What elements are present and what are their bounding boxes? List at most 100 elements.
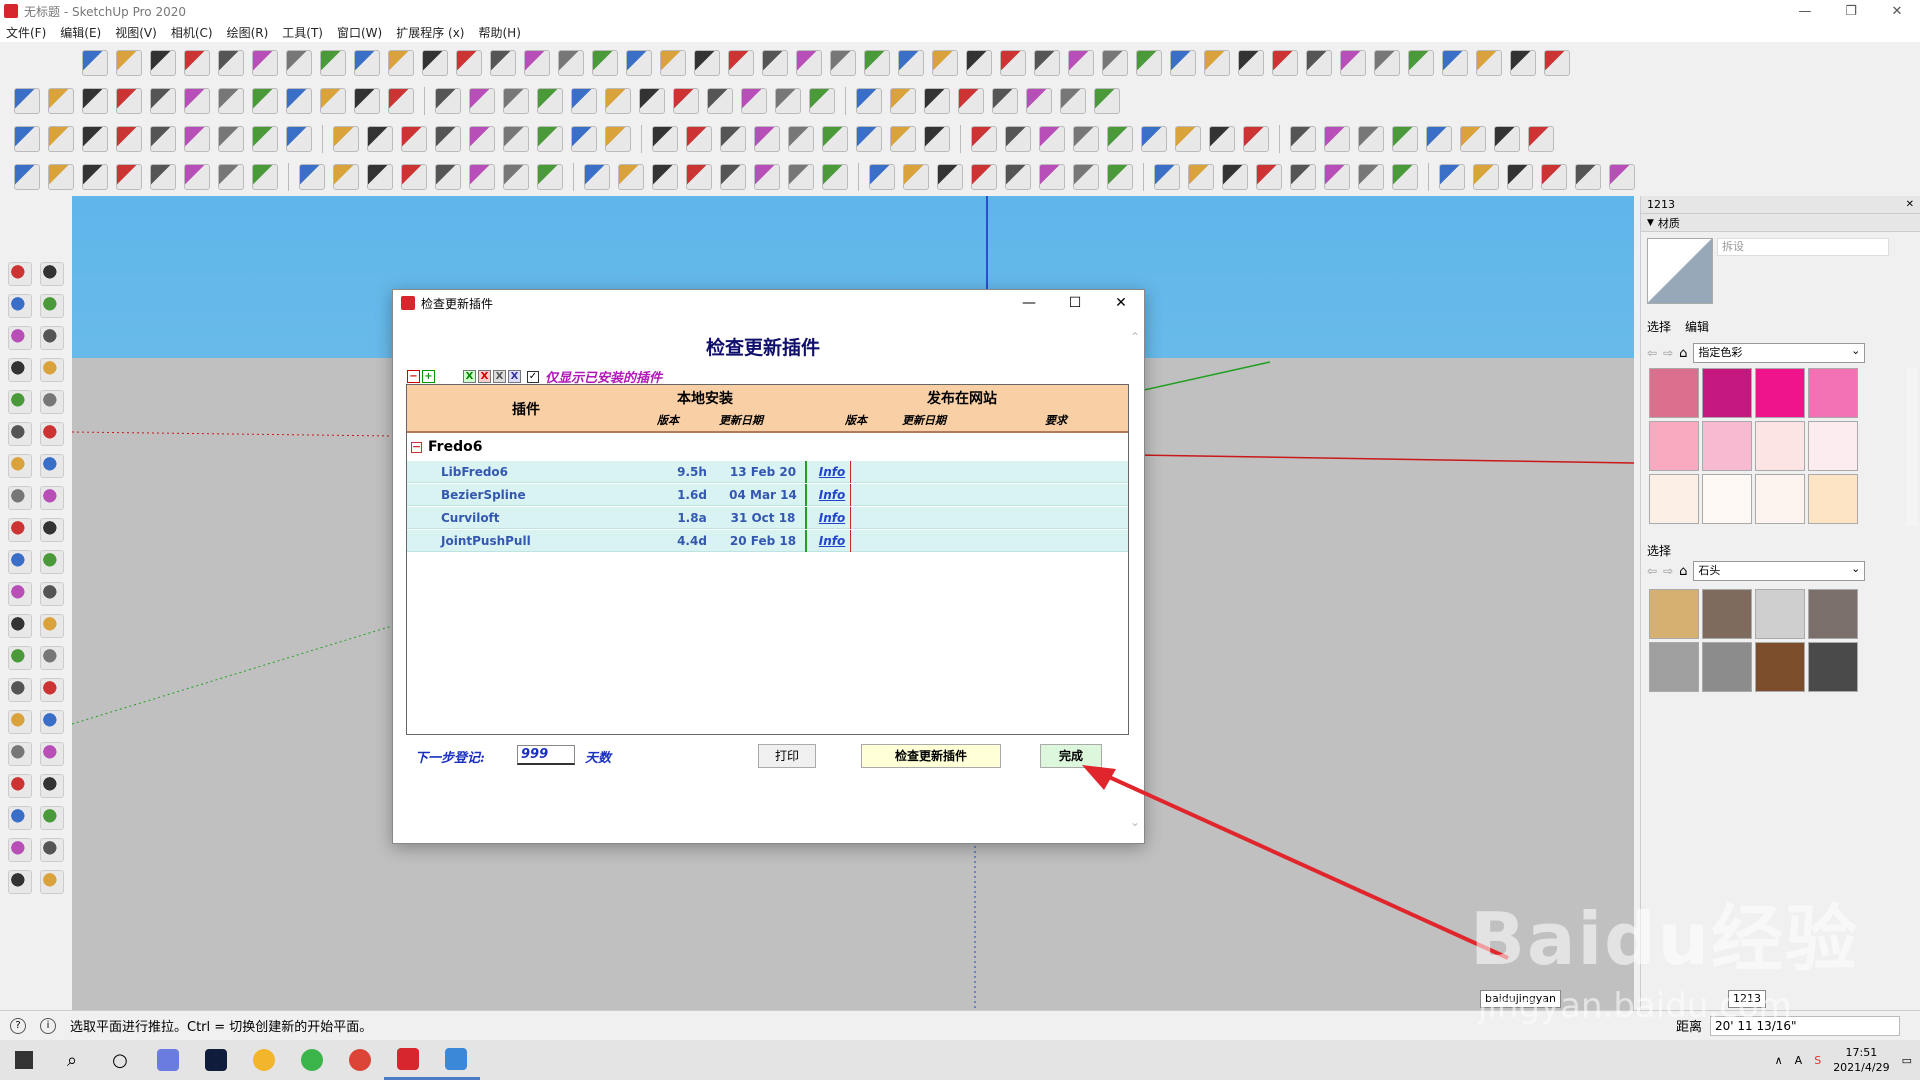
tool-icon[interactable] [958, 88, 984, 114]
tool-icon[interactable] [1039, 164, 1065, 190]
tool-icon[interactable] [937, 164, 963, 190]
tool-icon[interactable] [435, 126, 461, 152]
tool-icon[interactable] [1039, 126, 1065, 152]
tool-icon[interactable] [1243, 126, 1269, 152]
tool-icon[interactable] [1541, 164, 1567, 190]
tool-icon[interactable] [8, 326, 32, 350]
tool-icon[interactable] [354, 88, 380, 114]
tool-icon[interactable] [490, 50, 516, 76]
tool-icon[interactable] [1272, 50, 1298, 76]
tool-icon[interactable] [1392, 164, 1418, 190]
tool-icon[interactable] [40, 454, 64, 478]
tool-icon[interactable] [1256, 164, 1282, 190]
tool-icon[interactable] [286, 50, 312, 76]
tool-icon[interactable] [14, 88, 40, 114]
tool-icon[interactable] [1107, 164, 1133, 190]
tool-icon[interactable] [1026, 88, 1052, 114]
tool-icon[interactable] [1358, 126, 1384, 152]
material-swatch[interactable] [1649, 421, 1699, 471]
tool-icon[interactable] [388, 88, 414, 114]
tool-icon[interactable] [40, 422, 64, 446]
tool-icon[interactable] [626, 50, 652, 76]
tool-icon[interactable] [1374, 50, 1400, 76]
tool-icon[interactable] [830, 50, 856, 76]
tool-icon[interactable] [1544, 50, 1570, 76]
tab-edit[interactable]: 编辑 [1685, 318, 1709, 335]
minimize-button[interactable]: — [1782, 0, 1828, 22]
tool-icon[interactable] [762, 50, 788, 76]
tool-icon[interactable] [401, 126, 427, 152]
clock[interactable]: 17:51 2021/4/29 [1833, 1045, 1889, 1075]
tool-icon[interactable] [822, 126, 848, 152]
tool-icon[interactable] [48, 88, 74, 114]
tool-icon[interactable] [924, 126, 950, 152]
tool-icon[interactable] [924, 88, 950, 114]
tool-icon[interactable] [8, 742, 32, 766]
tool-icon[interactable] [537, 126, 563, 152]
tool-icon[interactable] [1107, 126, 1133, 152]
tool-icon[interactable] [571, 88, 597, 114]
tool-icon[interactable] [367, 164, 393, 190]
tool-icon[interactable] [1290, 164, 1316, 190]
tool-icon[interactable] [1439, 164, 1465, 190]
tool-icon[interactable] [1094, 88, 1120, 114]
menu-help[interactable]: 帮助(H) [478, 24, 520, 41]
tool-icon[interactable] [40, 582, 64, 606]
tool-icon[interactable] [1141, 126, 1167, 152]
tool-icon[interactable] [422, 50, 448, 76]
menu-edit[interactable]: 编辑(E) [60, 24, 101, 41]
tool-icon[interactable] [40, 326, 64, 350]
tool-icon[interactable] [775, 88, 801, 114]
tool-icon[interactable] [1324, 164, 1350, 190]
tool-icon[interactable] [754, 126, 780, 152]
tool-icon[interactable] [252, 50, 278, 76]
tool-icon[interactable] [1460, 126, 1486, 152]
tool-icon[interactable] [741, 88, 767, 114]
tool-icon[interactable] [592, 50, 618, 76]
menu-draw[interactable]: 绘图(R) [227, 24, 269, 41]
tool-icon[interactable] [8, 486, 32, 510]
material-swatch[interactable] [1755, 368, 1805, 418]
search-icon[interactable]: ⌕ [48, 1040, 96, 1080]
tray-close-icon[interactable]: ✕ [1906, 199, 1914, 210]
tool-icon[interactable] [605, 126, 631, 152]
tray-chevron-icon[interactable]: ∧ [1775, 1054, 1783, 1067]
filter-x-green-icon[interactable]: X [463, 370, 476, 383]
tool-icon[interactable] [890, 88, 916, 114]
tool-icon[interactable] [299, 164, 325, 190]
tool-icon[interactable] [14, 164, 40, 190]
tool-icon[interactable] [971, 126, 997, 152]
material-swatch[interactable] [1649, 474, 1699, 524]
tool-icon[interactable] [218, 164, 244, 190]
tool-icon[interactable] [1005, 164, 1031, 190]
tool-icon[interactable] [1426, 126, 1452, 152]
tool-icon[interactable] [1408, 50, 1434, 76]
close-button[interactable]: ✕ [1874, 0, 1920, 22]
tool-icon[interactable] [82, 126, 108, 152]
tool-icon[interactable] [286, 126, 312, 152]
tool-icon[interactable] [856, 126, 882, 152]
tool-icon[interactable] [1175, 126, 1201, 152]
expand-all-icon[interactable]: + [422, 370, 435, 383]
tool-icon[interactable] [184, 50, 210, 76]
tool-icon[interactable] [469, 164, 495, 190]
tool-icon[interactable] [184, 88, 210, 114]
sketchup-taskbar-icon[interactable] [384, 1040, 432, 1080]
tool-icon[interactable] [1324, 126, 1350, 152]
tool-icon[interactable] [218, 88, 244, 114]
tool-icon[interactable] [1306, 50, 1332, 76]
tool-icon[interactable] [1073, 126, 1099, 152]
tool-icon[interactable] [8, 678, 32, 702]
tool-icon[interactable] [40, 486, 64, 510]
app-icon-3[interactable] [288, 1040, 336, 1080]
tool-icon[interactable] [8, 614, 32, 638]
photoshop-icon[interactable] [192, 1040, 240, 1080]
tool-icon[interactable] [864, 50, 890, 76]
tray-app-icon[interactable]: S [1814, 1054, 1821, 1067]
tool-icon[interactable] [503, 88, 529, 114]
tool-icon[interactable] [1102, 50, 1128, 76]
menu-window[interactable]: 窗口(W) [337, 24, 382, 41]
materials-section-header[interactable]: ▼ 材质 [1641, 214, 1920, 232]
tool-icon[interactable] [1204, 50, 1230, 76]
tool-icon[interactable] [48, 164, 74, 190]
